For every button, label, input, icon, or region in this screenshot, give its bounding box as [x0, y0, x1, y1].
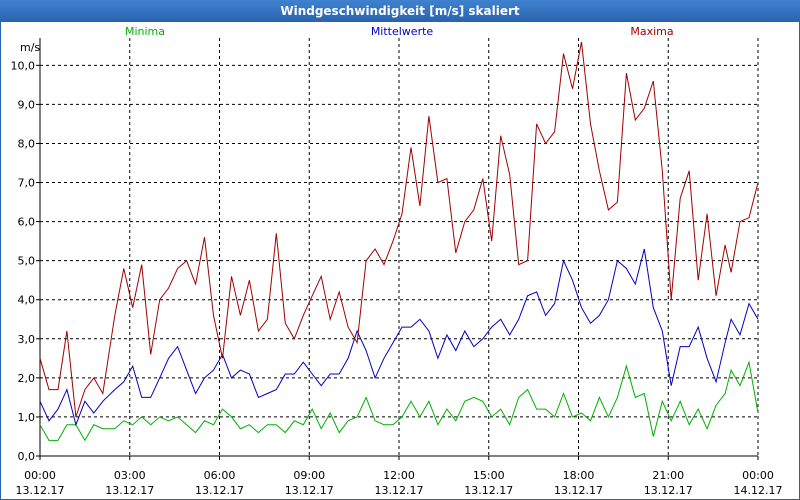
x-tick-time: 00:00: [742, 469, 774, 482]
x-tick-date: 13.12.17: [195, 484, 244, 497]
x-tick-time: 18:00: [563, 469, 595, 482]
legend-mittelwerte: Mittelwerte: [371, 25, 434, 38]
x-tick-time: 09:00: [293, 469, 325, 482]
y-tick-label: 4,0: [18, 294, 36, 307]
legend-maxima: Maxima: [630, 25, 673, 38]
x-tick-time: 15:00: [473, 469, 505, 482]
y-tick-label: 10,0: [11, 59, 36, 72]
y-tick-label: 8,0: [18, 137, 36, 150]
legend-minima: Minima: [125, 25, 165, 38]
y-tick-label: 3,0: [18, 333, 36, 346]
wind-speed-chart: 0,0 1,0 2,0 3,0 4,0 5,0 6,0 7,0 8,0 9,0 10,0 00:00…: [11, 25, 783, 497]
legend: Minima Mittelwerte Maxima: [125, 25, 674, 38]
y-tick-labels: 0,0 1,0 2,0 3,0 4,0 5,0 6,0 7,0 8,0 9,0 10,0: [11, 59, 36, 463]
x-tick-date: 13.12.17: [644, 484, 693, 497]
y-tick-label: 1,0: [18, 411, 36, 424]
y-tick-label: 0,0: [18, 450, 36, 463]
x-tick-date: 13.12.17: [105, 484, 154, 497]
x-tick-time: 00:00: [24, 469, 56, 482]
y-tick-label: 7,0: [18, 177, 36, 190]
x-tick-labels: 00:00 13.12.17 03:00 13.12.17 06:00 13.12.17 0…: [16, 469, 783, 497]
x-tick-date: 13.12.17: [16, 484, 65, 497]
x-tick-date: 13.12.17: [554, 484, 603, 497]
y-unit-label: m/s: [20, 41, 40, 54]
x-tick-date: 13.12.17: [464, 484, 513, 497]
y-tick-label: 6,0: [18, 216, 36, 229]
y-tick-label: 2,0: [18, 372, 36, 385]
x-tick-time: 21:00: [652, 469, 684, 482]
x-tick-time: 06:00: [204, 469, 236, 482]
y-tick-label: 5,0: [18, 255, 36, 268]
x-tick-date: 14.12.17: [734, 484, 783, 497]
grid-lines: [39, 38, 759, 457]
x-tick-time: 12:00: [383, 469, 415, 482]
axes: [36, 38, 759, 460]
x-tick-time: 03:00: [114, 469, 146, 482]
x-tick-date: 13.12.17: [375, 484, 424, 497]
y-tick-label: 9,0: [18, 98, 36, 111]
x-tick-date: 13.12.17: [285, 484, 334, 497]
